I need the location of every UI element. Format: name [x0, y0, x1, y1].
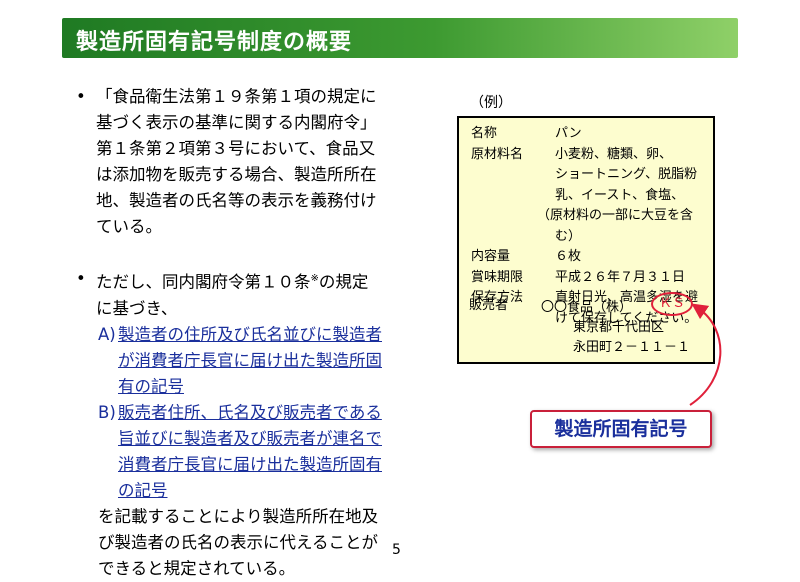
callout-box: 製造所固有記号: [530, 410, 712, 448]
page-number: 5: [392, 542, 401, 558]
callout-arrow: [689, 303, 722, 406]
